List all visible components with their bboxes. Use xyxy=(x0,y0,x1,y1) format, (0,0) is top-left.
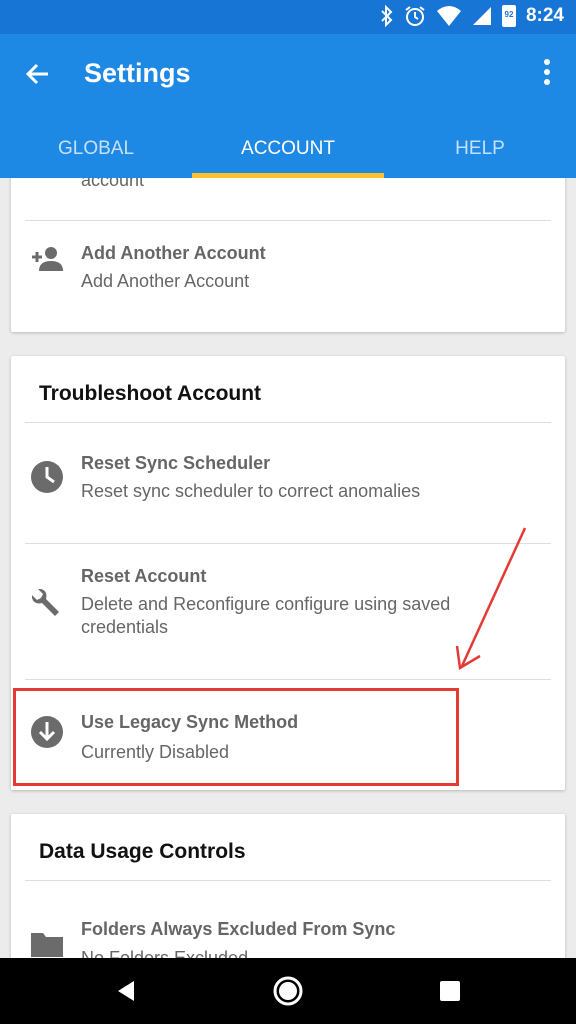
page-title: Settings xyxy=(84,58,191,88)
bluetooth-icon xyxy=(381,5,393,27)
status-bar: 92 8:24 xyxy=(0,0,576,34)
wrench-icon xyxy=(32,589,59,616)
row-title: Add Another Account xyxy=(81,243,266,263)
row-title: Folders Always Excluded From Sync xyxy=(81,919,396,939)
row-title: Reset Sync Scheduler xyxy=(81,453,271,473)
wifi-icon xyxy=(436,6,461,26)
tab-help[interactable]: HELP xyxy=(384,126,576,178)
reset-sync-scheduler-row[interactable]: Reset Sync Scheduler Reset sync schedule… xyxy=(11,423,565,543)
row-subtitle: Reset sync scheduler to correct anomalie… xyxy=(81,481,421,501)
settings-content[interactable]: account Add Another Account Add Another … xyxy=(0,178,576,958)
add-another-account-row[interactable]: Add Another Account Add Another Account xyxy=(11,221,565,331)
row-title: Reset Account xyxy=(81,566,207,586)
card-title: Data Usage Controls xyxy=(39,840,246,863)
clock-icon xyxy=(31,461,63,493)
more-options-icon[interactable] xyxy=(540,56,554,88)
signal-icon xyxy=(472,7,491,25)
navigation-bar xyxy=(0,958,576,1024)
row-subtitle: No Folders Excluded xyxy=(81,948,249,958)
status-time: 8:24 xyxy=(525,5,564,26)
battery-level: 92 xyxy=(504,10,514,19)
folders-excluded-row[interactable]: Folders Always Excluded From Sync No Fol… xyxy=(11,881,565,958)
data-usage-controls-card: Data Usage Controls Folders Always Exclu… xyxy=(11,814,565,958)
nav-back-icon[interactable] xyxy=(108,973,144,1009)
battery-icon: 92 xyxy=(501,5,516,27)
row-subtitle: Add Another Account xyxy=(81,271,250,291)
app-bar: Settings GLOBAL ACCOUNT HELP xyxy=(0,34,576,178)
nav-home-icon[interactable] xyxy=(270,973,306,1009)
tab-global[interactable]: GLOBAL xyxy=(0,126,192,178)
annotation-highlight-box xyxy=(13,688,459,786)
alarm-icon xyxy=(405,6,425,26)
add-person-icon xyxy=(32,247,63,271)
tab-account[interactable]: ACCOUNT xyxy=(192,126,384,178)
row-subtitle: Delete and Reconfigure configure using s… xyxy=(81,594,451,637)
folder-icon xyxy=(31,933,63,957)
accounts-card: account Add Another Account Add Another … xyxy=(11,178,565,332)
partial-account-text: account xyxy=(81,178,145,190)
card-title: Troubleshoot Account xyxy=(39,382,262,405)
reset-account-row[interactable]: Reset Account Delete and Reconfigure con… xyxy=(11,544,565,679)
tab-bar: GLOBAL ACCOUNT HELP xyxy=(0,126,576,178)
back-arrow-icon[interactable] xyxy=(22,58,54,90)
nav-recents-icon[interactable] xyxy=(432,973,468,1009)
